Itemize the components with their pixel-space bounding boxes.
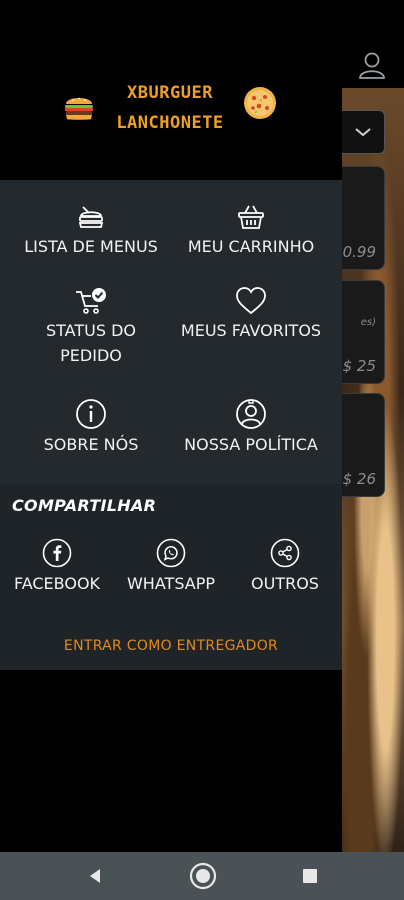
product-price: $ 25	[342, 357, 376, 375]
share-facebook-button[interactable]: FACEBOOK	[0, 538, 114, 593]
product-price: $ 26	[342, 470, 376, 488]
menu-item-label: STATUS DO	[45, 321, 137, 340]
share-others-button[interactable]: OUTROS	[228, 538, 342, 593]
product-card[interactable]: $ 26	[342, 393, 385, 497]
menu-item-label: SOBRE NÓS	[43, 435, 139, 454]
navigation-drawer: XBURGUER LANCHONETE LISTA DE MENUS MEU C…	[0, 0, 342, 852]
brand-line-1: XBURGUER	[127, 83, 213, 103]
share-whatsapp-button[interactable]: WHATSAPP	[114, 538, 228, 593]
home-icon[interactable]	[189, 862, 217, 890]
product-card[interactable]: 0.99	[342, 166, 385, 270]
cart-check-icon	[76, 288, 106, 314]
menu-item-label: PEDIDO	[60, 346, 122, 365]
user-shield-icon	[236, 399, 266, 429]
share-facebook-label: FACEBOOK	[13, 574, 101, 593]
menu-item-cart[interactable]: MEU CARRINHO	[166, 202, 336, 259]
menu-item-label: MEU CARRINHO	[187, 237, 315, 256]
share-others-label: OUTROS	[251, 574, 319, 593]
product-note: es)	[360, 317, 376, 328]
product-card[interactable]: es) $ 25	[342, 280, 385, 384]
menu-item-about[interactable]: SOBRE NÓS	[6, 398, 176, 457]
burger-logo-icon	[65, 97, 93, 120]
category-select[interactable]	[342, 110, 385, 154]
share-title: COMPARTILHAR	[12, 496, 157, 515]
food-tray-icon	[78, 206, 104, 228]
facebook-icon	[42, 538, 72, 568]
share-icon	[270, 538, 300, 568]
recents-icon[interactable]	[298, 864, 322, 888]
menu-item-policy[interactable]: NOSSA POLÍTICA	[166, 398, 336, 457]
system-nav-bar	[0, 852, 404, 900]
drawer-header: XBURGUER LANCHONETE	[0, 0, 342, 180]
menu-item-label: LISTA DE MENUS	[24, 237, 158, 256]
share-whatsapp-label: WHATSAPP	[126, 574, 216, 593]
chevron-down-icon	[355, 128, 371, 137]
basket-icon	[238, 205, 264, 229]
info-icon	[76, 399, 106, 429]
menu-item-label: NOSSA POLÍTICA	[184, 435, 318, 454]
heart-icon	[236, 287, 266, 315]
menu-item-menu-list[interactable]: LISTA DE MENUS	[6, 202, 176, 259]
pizza-logo-icon	[244, 87, 276, 119]
brand-title: XBURGUER LANCHONETE	[100, 78, 240, 138]
menu-item-favorites[interactable]: MEUS FAVORITOS	[166, 286, 336, 343]
back-icon[interactable]	[83, 864, 107, 888]
courier-login-link[interactable]: ENTRAR COMO ENTREGADOR	[0, 638, 342, 654]
user-icon[interactable]	[357, 50, 387, 80]
menu-item-label: MEUS FAVORITOS	[180, 321, 322, 340]
product-price: 0.99	[342, 243, 376, 261]
menu-item-order-status[interactable]: STATUS DO PEDIDO	[6, 286, 176, 368]
brand-line-2: LANCHONETE	[116, 113, 224, 133]
whatsapp-icon	[156, 538, 186, 568]
